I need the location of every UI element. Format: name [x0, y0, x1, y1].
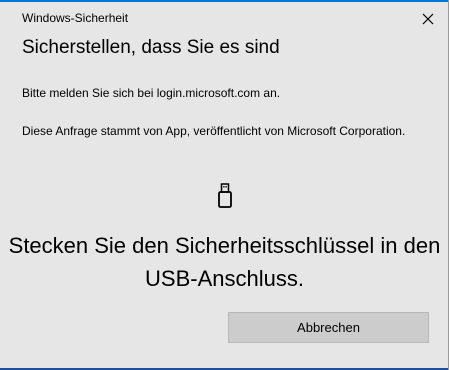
security-dialog: Windows-Sicherheit Sicherstellen, dass S…: [0, 0, 449, 370]
sign-in-text: Bitte melden Sie sich bei login.microsof…: [22, 86, 281, 100]
window-title: Windows-Sicherheit: [22, 11, 129, 25]
close-icon: [422, 13, 434, 25]
dialog-heading: Sicherstellen, dass Sie es sind: [22, 37, 280, 58]
title-bar: Windows-Sicherheit: [0, 2, 448, 32]
close-button[interactable]: [411, 6, 445, 32]
instruction-text: Stecken Sie den Sicherheitsschlüssel in …: [8, 233, 441, 291]
cancel-button[interactable]: Abbrechen: [228, 312, 429, 343]
usb-key-icon: [217, 183, 233, 209]
request-origin-text: Diese Anfrage stammt von App, veröffentl…: [22, 124, 406, 138]
